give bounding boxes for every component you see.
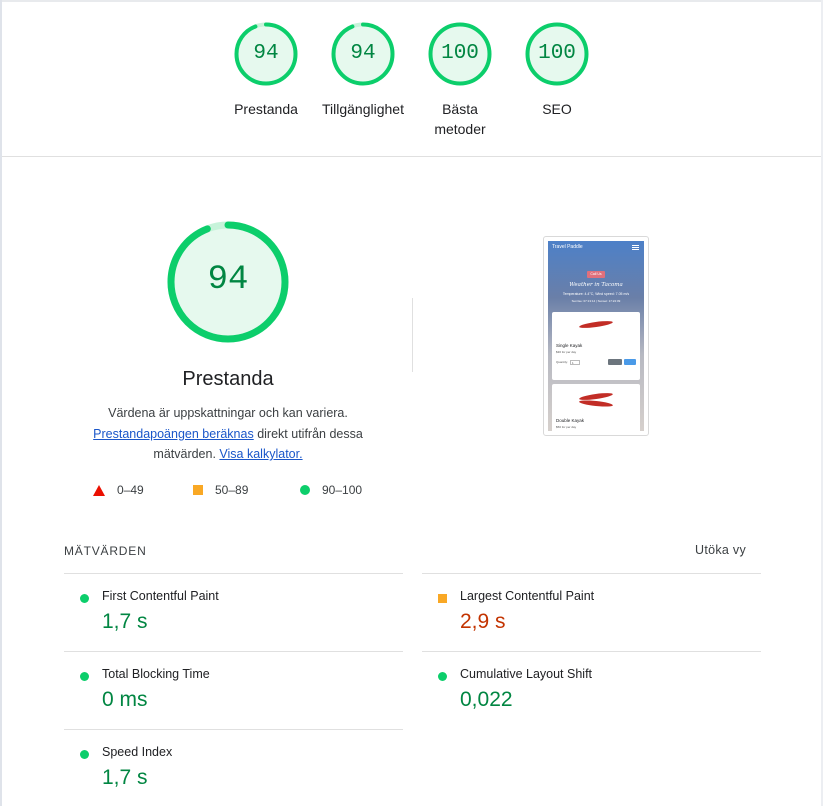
metric-tbt-value: 0 ms — [102, 688, 148, 711]
score-calculation-link[interactable]: Prestandapoängen beräknas — [93, 427, 254, 441]
screenshot-details-button — [608, 359, 622, 365]
legend-fail: 0–49 — [93, 483, 144, 497]
screenshot-qty-input: 1 — [570, 359, 581, 365]
metric-si-value: 1,7 s — [102, 766, 148, 789]
metric-lcp-name: Largest Contentful Paint — [460, 589, 595, 603]
gauge-performance-label: Prestanda — [234, 101, 298, 117]
gauge-best-practices-score: 100 — [441, 42, 479, 65]
screenshot-weather-line: Temperature: 4.4°C, Wind speed: 7.05 m/s — [562, 292, 630, 296]
performance-gauge-large: 94 — [166, 220, 290, 344]
metric-cls-name: Cumulative Layout Shift — [460, 667, 593, 681]
calculator-link[interactable]: Visa kalkylator. — [219, 447, 302, 461]
legend-pass: 90–100 — [300, 483, 362, 497]
screenshot-card1-title: Single Kayak — [556, 343, 583, 348]
screenshot-call-button: Call Us — [587, 271, 605, 278]
metric-fcp[interactable]: First Contentful Paint 1,7 s — [64, 573, 403, 651]
gauge-performance[interactable]: 94 Prestanda — [216, 22, 316, 119]
kayak-image — [578, 319, 614, 330]
screenshot-card2-title: Double Kayak — [556, 418, 585, 423]
screenshot-brand: Travel Paddle — [552, 244, 583, 250]
triangle-icon — [93, 484, 105, 496]
metric-tbt-name: Total Blocking Time — [102, 667, 210, 681]
metrics-heading: MÄTVÄRDEN — [64, 544, 147, 558]
pass-circle-icon — [438, 672, 447, 681]
gauge-seo-score: 100 — [538, 42, 576, 65]
gauge-performance-score: 94 — [253, 42, 279, 65]
score-summary: 94 Prestanda 94 Tillgänglighet 100 Bästa… — [2, 2, 821, 157]
screenshot-navbar: Travel Paddle — [548, 241, 644, 255]
legend-average-range: 50–89 — [215, 483, 249, 497]
screenshot-card-single: Single Kayak $30 for per day Quantity: 1 — [552, 312, 640, 380]
screenshot-add-button — [624, 359, 636, 365]
gauge-accessibility-label: Tillgänglighet — [322, 101, 404, 117]
legend-pass-range: 90–100 — [322, 483, 363, 497]
screenshot-viewport: Travel Paddle Call Us Weather in Tacoma … — [548, 241, 644, 431]
pass-circle-icon — [80, 672, 89, 681]
hamburger-icon — [632, 245, 639, 250]
kayak-image — [578, 399, 614, 408]
metric-lcp-value: 2,9 s — [460, 610, 506, 633]
description-text-1: Värdena är uppskattningar och kan varier… — [108, 406, 348, 420]
metric-si[interactable]: Speed Index 1,7 s — [64, 729, 403, 806]
performance-description: Värdena är uppskattningar och kan varier… — [86, 403, 370, 465]
circle-icon — [300, 485, 310, 495]
gauge-best-practices[interactable]: 100 Bästa metoder — [410, 22, 510, 139]
vertical-divider — [412, 298, 413, 372]
screenshot-card-double: Double Kayak $50 for per day — [552, 384, 640, 431]
expand-view-toggle[interactable]: Utöka vy — [695, 543, 746, 557]
final-screenshot[interactable]: Travel Paddle Call Us Weather in Tacoma … — [543, 236, 649, 436]
screenshot-qty-label: Quantity: — [556, 360, 569, 364]
screenshot-card2-price: $50 for per day — [556, 425, 577, 429]
metric-lcp[interactable]: Largest Contentful Paint 2,9 s — [422, 573, 761, 651]
gauge-accessibility[interactable]: 94 Tillgänglighet — [313, 22, 413, 119]
legend-fail-range: 0–49 — [117, 483, 144, 497]
gauge-seo[interactable]: 100 SEO — [507, 22, 607, 119]
metric-fcp-value: 1,7 s — [102, 610, 148, 633]
pass-circle-icon — [80, 750, 89, 759]
performance-score-large: 94 — [207, 261, 249, 299]
gauge-seo-label: SEO — [542, 101, 572, 117]
metric-cls-value: 0,022 — [460, 688, 513, 711]
pass-circle-icon — [80, 594, 89, 603]
metric-fcp-name: First Contentful Paint — [102, 589, 219, 603]
metric-tbt[interactable]: Total Blocking Time 0 ms — [64, 651, 403, 729]
legend-average: 50–89 — [193, 483, 248, 497]
metric-cls[interactable]: Cumulative Layout Shift 0,022 — [422, 651, 761, 729]
performance-title: Prestanda — [182, 368, 274, 390]
gauge-best-practices-label: Bästa metoder — [434, 101, 486, 137]
average-square-icon — [438, 594, 447, 603]
screenshot-sun-line: Sunrise: 07:13:14 | Sunset: 17:22:09 — [571, 299, 621, 303]
screenshot-heading: Weather in Tacoma — [569, 282, 623, 288]
screenshot-card1-price: $30 for per day — [556, 350, 577, 354]
gauge-accessibility-score: 94 — [350, 42, 376, 65]
metric-si-name: Speed Index — [102, 745, 173, 759]
screenshot-card1-actions: Quantity: 1 — [556, 359, 636, 365]
square-icon — [193, 485, 203, 495]
